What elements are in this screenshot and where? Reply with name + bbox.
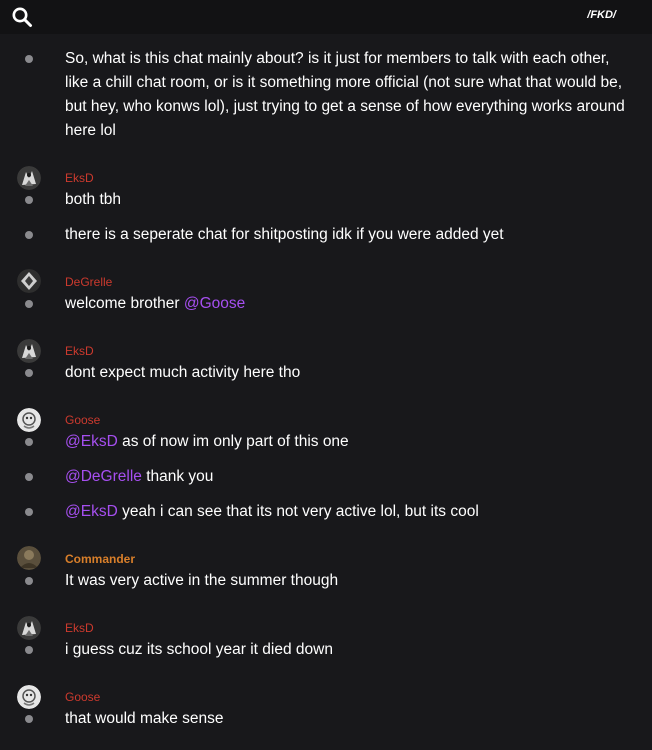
message-bullet — [25, 300, 33, 308]
message-text: both tbh — [65, 191, 122, 208]
message-text-part: thank you — [141, 468, 214, 485]
mention[interactable]: @Goose — [184, 295, 245, 312]
top-bar: /FKD/ — [0, 0, 652, 34]
message-text: dont expect much activity here tho — [65, 364, 301, 381]
search-icon[interactable] — [11, 6, 33, 28]
avatar-eksd[interactable] — [17, 166, 41, 190]
author-name[interactable]: EksD — [65, 621, 94, 635]
author-name[interactable]: EksD — [65, 344, 94, 358]
message-bullet — [25, 55, 33, 63]
message-bullet — [25, 577, 33, 585]
message-bullet — [25, 196, 33, 204]
avatar-goose[interactable] — [17, 685, 41, 709]
channel-tag: /FKD/ — [587, 9, 616, 21]
mention[interactable]: @EksD — [65, 503, 118, 520]
author-name[interactable]: Commander — [65, 552, 135, 566]
message-text: @DeGrelle thank you — [65, 465, 625, 489]
message-text: welcome brother @Goose — [65, 292, 625, 316]
message-text: i guess cuz its school year it died down — [65, 641, 333, 658]
author-name[interactable]: Goose — [65, 413, 100, 427]
avatar-commander[interactable] — [17, 546, 41, 570]
message-bullet — [25, 715, 33, 723]
avatar-goose[interactable] — [17, 408, 41, 432]
avatar-eksd[interactable] — [17, 616, 41, 640]
message-text: @EksD yeah i can see that its not very a… — [65, 500, 625, 524]
author-name[interactable]: Goose — [65, 690, 100, 704]
message-bullet — [25, 508, 33, 516]
author-name[interactable]: EksD — [65, 171, 94, 185]
message-text: So, what is this chat mainly about? is i… — [65, 50, 625, 139]
message-text-part: welcome brother — [65, 295, 184, 312]
message-bullet — [25, 438, 33, 446]
message-text: that would make sense — [65, 710, 224, 727]
avatar-degrelle[interactable] — [17, 269, 41, 293]
message-bullet — [25, 231, 33, 239]
message-bullet — [25, 369, 33, 377]
message-bullet — [25, 473, 33, 481]
avatar-eksd[interactable] — [17, 339, 41, 363]
message-bullet — [25, 646, 33, 654]
mention[interactable]: @DeGrelle — [65, 468, 142, 485]
message-text: there is a seperate chat for shitposting… — [65, 226, 504, 243]
mention[interactable]: @EksD — [65, 433, 118, 450]
message-text: It was very active in the summer though — [65, 572, 339, 589]
author-name[interactable]: DeGrelle — [65, 275, 112, 289]
message-text-part: as of now im only part of this one — [117, 433, 349, 450]
message-text-part: yeah i can see that its not very active … — [117, 503, 479, 520]
message-text: @EksD as of now im only part of this one — [65, 430, 625, 454]
